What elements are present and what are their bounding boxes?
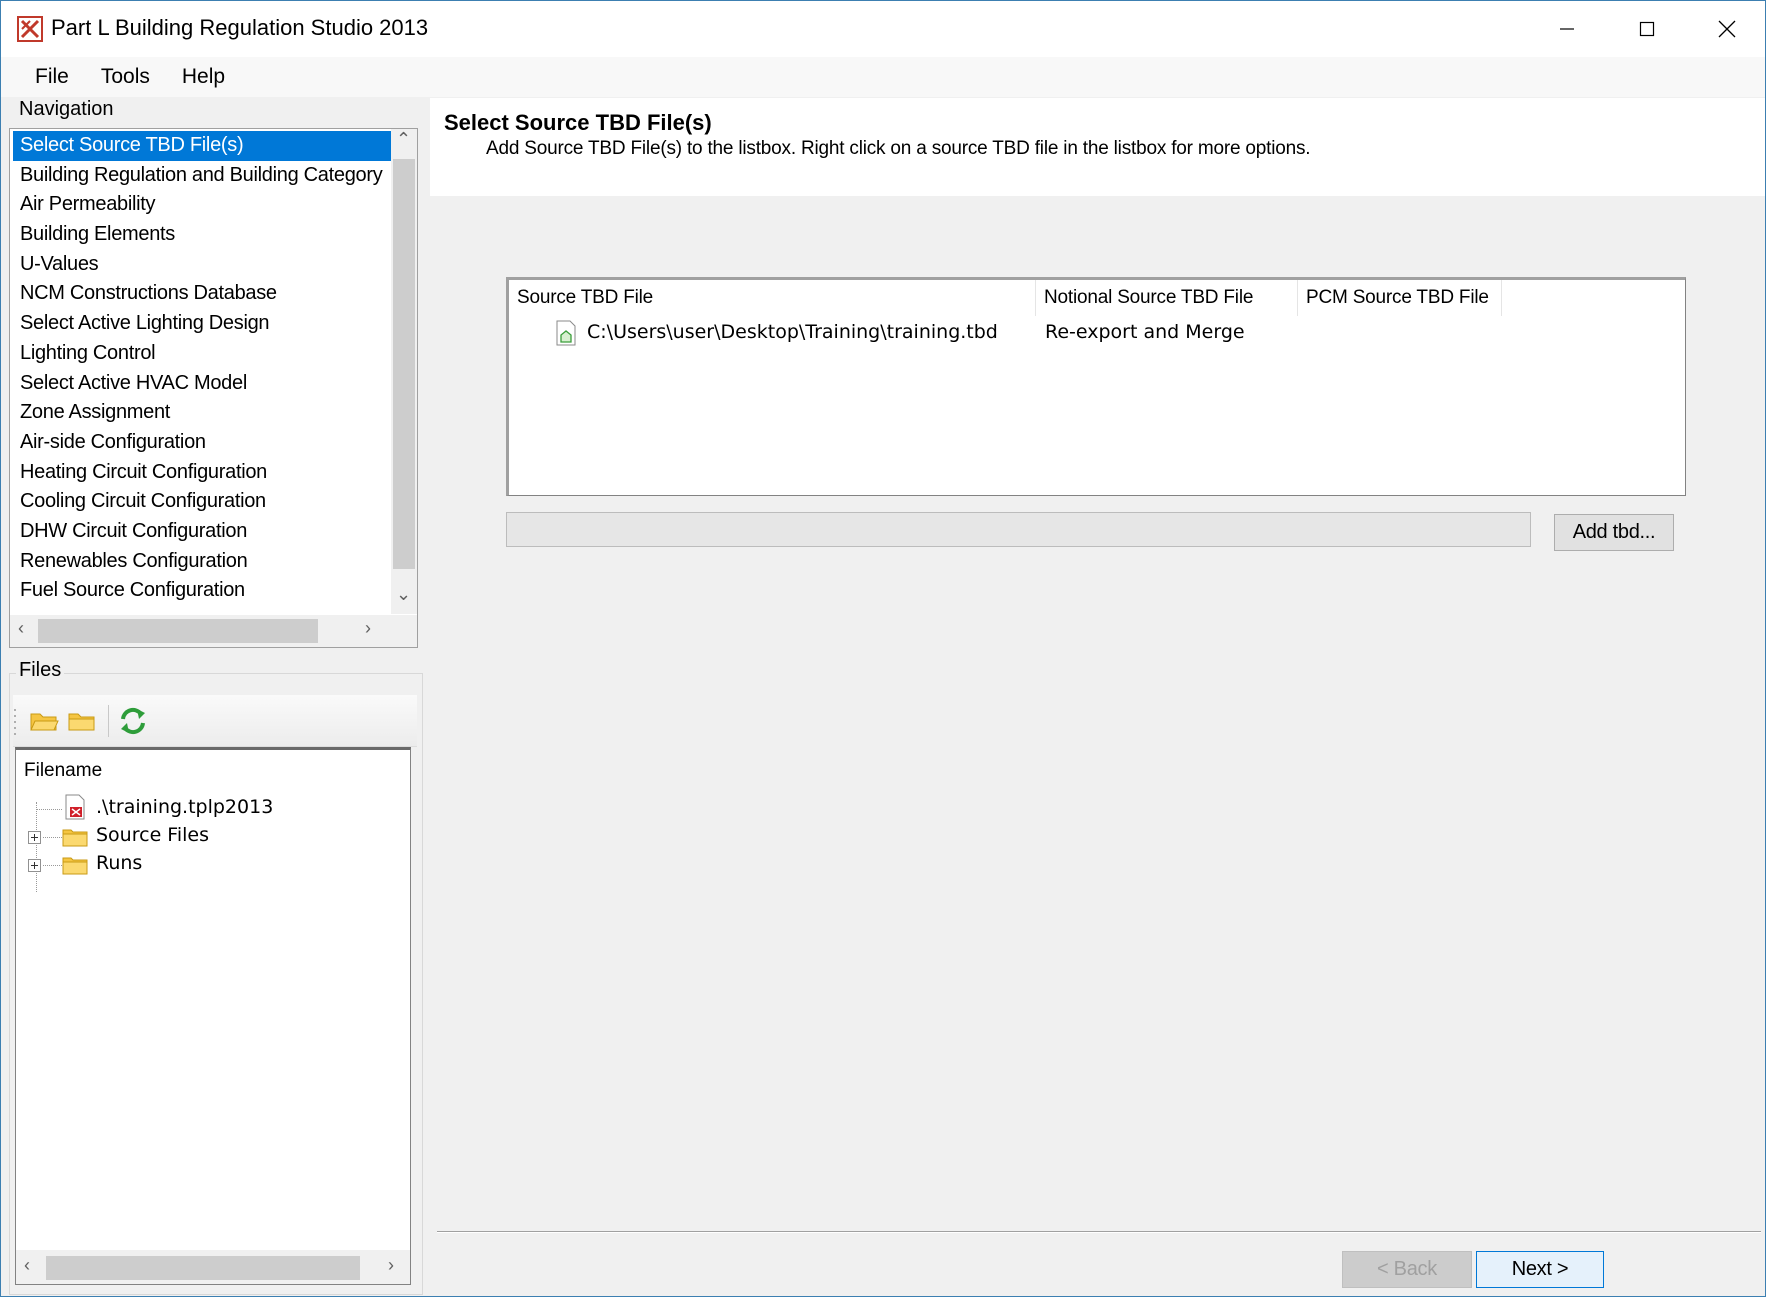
files-label: Files <box>16 659 65 682</box>
source-tbd-listview[interactable]: Source TBD File Notional Source TBD File… <box>506 277 1686 496</box>
column-source-tbd-file[interactable]: Source TBD File <box>509 280 1036 316</box>
column-pcm-source-tbd-file[interactable]: PCM Source TBD File <box>1298 280 1502 316</box>
tree-line <box>36 809 62 810</box>
scroll-down-icon[interactable]: ⌄ <box>396 584 411 605</box>
scroll-right-icon[interactable]: › <box>388 1255 394 1276</box>
nav-item-heating-circuit[interactable]: Heating Circuit Configuration <box>13 458 393 488</box>
progress-bar <box>506 512 1531 547</box>
close-button[interactable] <box>1687 1 1765 57</box>
maximize-icon <box>1639 21 1655 37</box>
expand-icon[interactable] <box>28 859 41 872</box>
back-button[interactable]: < Back <box>1342 1251 1472 1288</box>
nav-item-lighting-design[interactable]: Select Active Lighting Design <box>13 309 393 339</box>
tree-item-project-file[interactable]: .\training.tplp2013 <box>16 794 396 822</box>
menu-tools[interactable]: Tools <box>85 65 166 89</box>
nav-item-dhw-circuit[interactable]: DHW Circuit Configuration <box>13 517 393 547</box>
scroll-left-icon[interactable]: ‹ <box>18 618 24 639</box>
navigation-list[interactable]: Select Source TBD File(s) Building Regul… <box>9 128 418 648</box>
toolbar-separator <box>108 705 109 737</box>
page-title: Select Source TBD File(s) <box>444 110 712 135</box>
page-description: Add Source TBD File(s) to the listbox. R… <box>486 138 1311 159</box>
nav-item-zone-assignment[interactable]: Zone Assignment <box>13 398 393 428</box>
expand-icon[interactable] <box>28 831 41 844</box>
footer-separator <box>437 1231 1761 1233</box>
navigation-vertical-scrollbar[interactable]: ⌃ ⌄ <box>391 129 417 614</box>
minimize-button[interactable] <box>1527 1 1607 57</box>
menu-help[interactable]: Help <box>166 65 241 89</box>
row-notional: Re-export and Merge <box>1045 321 1245 343</box>
folder-icon <box>62 857 88 875</box>
folder-icon[interactable] <box>67 709 97 733</box>
nav-item-u-values[interactable]: U-Values <box>13 250 393 280</box>
add-tbd-button[interactable]: Add tbd... <box>1554 514 1674 551</box>
close-icon <box>1718 20 1736 38</box>
tree-line <box>43 837 62 838</box>
nav-item-air-permeability[interactable]: Air Permeability <box>13 190 393 220</box>
navigation-horizontal-scrollbar[interactable]: ‹ › <box>10 615 417 647</box>
tree-line <box>43 865 62 866</box>
scroll-right-icon[interactable]: › <box>365 618 371 639</box>
title-bar: Part L Building Regulation Studio 2013 <box>1 1 1765 57</box>
app-logo-icon <box>17 16 43 42</box>
page-header: Select Source TBD File(s) Add Source TBD… <box>430 98 1765 196</box>
nav-item-select-source-tbd[interactable]: Select Source TBD File(s) <box>13 131 393 161</box>
navigation-label: Navigation <box>16 98 117 121</box>
nav-item-renewables[interactable]: Renewables Configuration <box>13 547 393 577</box>
nav-item-fuel-source[interactable]: Fuel Source Configuration <box>13 576 393 606</box>
open-folder-icon[interactable] <box>29 709 59 733</box>
toolbar-grip-icon <box>14 709 16 735</box>
minimize-icon <box>1560 28 1574 30</box>
files-toolbar <box>13 695 417 747</box>
tbd-file-icon <box>556 320 576 346</box>
nav-item-building-elements[interactable]: Building Elements <box>13 220 393 250</box>
nav-item-lighting-control[interactable]: Lighting Control <box>13 339 393 369</box>
scroll-left-icon[interactable]: ‹ <box>24 1255 30 1276</box>
window-title: Part L Building Regulation Studio 2013 <box>51 15 429 40</box>
tree-item-label: Source Files <box>96 824 209 846</box>
listview-header: Source TBD File Notional Source TBD File… <box>509 280 1685 316</box>
files-column-header: Filename <box>24 760 103 781</box>
folder-icon <box>62 829 88 847</box>
navigation-items: Select Source TBD File(s) Building Regul… <box>13 131 393 606</box>
project-file-icon <box>65 794 85 820</box>
nav-item-ncm-constructions[interactable]: NCM Constructions Database <box>13 279 393 309</box>
tree-item-label: Runs <box>96 852 143 874</box>
nav-item-cooling-circuit[interactable]: Cooling Circuit Configuration <box>13 487 393 517</box>
nav-item-hvac-model[interactable]: Select Active HVAC Model <box>13 369 393 399</box>
column-notional-source-tbd-file[interactable]: Notional Source TBD File <box>1036 280 1298 316</box>
maximize-button[interactable] <box>1607 1 1687 57</box>
navigation-horizontal-thumb[interactable] <box>38 619 318 643</box>
tree-item-runs[interactable]: Runs <box>16 850 396 878</box>
row-source-path[interactable]: C:\Users\user\Desktop\Training\training.… <box>587 316 998 348</box>
next-button[interactable]: Next > <box>1476 1251 1604 1288</box>
nav-item-building-regulation[interactable]: Building Regulation and Building Categor… <box>13 161 393 191</box>
scroll-up-icon[interactable]: ⌃ <box>396 129 411 150</box>
navigation-vertical-thumb[interactable] <box>393 159 415 569</box>
nav-item-air-side[interactable]: Air-side Configuration <box>13 428 393 458</box>
tree-item-label: .\training.tplp2013 <box>96 796 274 818</box>
files-tree[interactable]: Filename .\training.tplp2013 Source File… <box>15 747 411 1285</box>
application-window: Part L Building Regulation Studio 2013 F… <box>0 0 1766 1297</box>
tree-item-source-files[interactable]: Source Files <box>16 822 396 850</box>
menu-file[interactable]: File <box>19 65 85 89</box>
menu-bar: File Tools Help <box>1 57 1765 97</box>
files-horizontal-scrollbar[interactable]: ‹ › <box>16 1250 410 1284</box>
refresh-icon[interactable] <box>117 705 149 737</box>
files-horizontal-thumb[interactable] <box>46 1256 360 1280</box>
